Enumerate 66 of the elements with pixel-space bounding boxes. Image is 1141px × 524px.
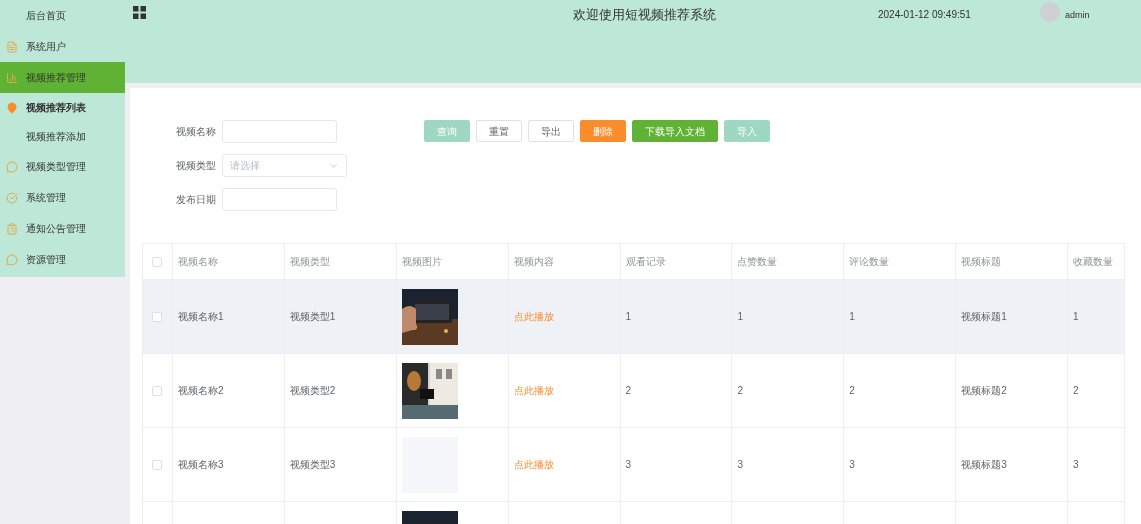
column-header: 评论数量 [849,255,890,269]
column-header: 视频内容 [513,255,554,269]
column-header: 视频图片 [401,255,442,269]
pin-icon [6,101,18,114]
table-cell-text: 视频名称3 [177,458,224,472]
table-cell-text: 1 [849,310,855,324]
checkbox[interactable] [152,311,163,322]
document-icon [6,222,18,235]
column-header: 观看记录 [625,255,666,269]
document-icon [6,40,18,53]
datetime: 2024-01-12 09:49:51 [878,8,971,22]
submenu-item[interactable]: 视频推荐列表 [0,93,125,122]
checkbox[interactable] [152,256,163,267]
toolbar-button[interactable]: 重置 [476,120,522,142]
toolbar-button[interactable]: 导出 [528,120,574,142]
table-cell-text: 视频类型2 [289,384,336,398]
table-row[interactable]: 视频名称1 视频类型1 点此播放 1 1 1 视频标题1 1 [143,280,1125,354]
chat-icon [6,160,18,173]
submenu-item[interactable]: 视频推荐添加 [0,122,125,151]
table-row[interactable]: 视频名称2 视频类型2 点此播放 2 2 2 视频标题2 2 [143,354,1125,428]
column-header: 视频名称 [177,255,218,269]
checkbox[interactable] [152,385,163,396]
field-label: 视频类型 [176,159,216,173]
table-cell-text: 3 [737,458,743,472]
sidebar-item[interactable]: 后台首页 [0,0,125,31]
table-cell-text: 视频类型1 [289,310,336,324]
table-cell-text: 视频标题2 [961,384,1007,398]
sidebar-item[interactable]: 资源管理 [0,244,125,275]
sidebar-item[interactable]: 系统管理 [0,182,125,213]
placeholder: 请选择 [230,159,260,173]
input-field[interactable] [222,120,337,143]
table-cell-text: 1 [625,310,632,324]
chat-icon [6,253,18,266]
table-cell-text: 3 [849,458,855,472]
column-header: 视频标题 [961,255,1002,269]
table-cell-text: 3 [625,458,632,472]
sidebar-item[interactable]: 通知公告管理 [0,213,125,244]
table-cell-text: 视频标题1 [961,310,1007,324]
grid-icon[interactable] [133,6,146,19]
table-cell-text: 2 [737,384,743,398]
table-cell-text: 3 [1073,458,1079,472]
table-row[interactable]: 视频名称3 视频类型3 点此播放 3 3 3 视频标题3 3 [143,428,1125,502]
sidebar-item[interactable]: 视频类型管理 [0,151,125,182]
column-header: 视频类型 [289,255,330,269]
column-header: 收藏数量 [1073,255,1114,269]
avatar[interactable] [1040,2,1060,22]
chart-icon [6,71,18,84]
table-cell-text: 视频标题3 [961,458,1007,472]
table-cell-text: 2 [849,384,855,398]
table-cell-text: 1 [1073,310,1079,324]
checkbox[interactable] [152,459,163,470]
field-label: 视频名称 [176,125,216,139]
check-circle-icon [6,191,18,204]
app-title: 欢迎使用短视频推荐系统 [573,6,716,24]
table-cell-text: 2 [1073,384,1079,398]
username[interactable]: admin [1065,9,1090,23]
table-cell-text: 1 [737,310,743,324]
sidebar-item[interactable]: 系统用户 [0,31,125,62]
table-cell-text: 视频类型3 [289,458,336,472]
field-label: 发布日期 [176,193,216,207]
table-cell-text: 2 [625,384,632,398]
input-field[interactable] [222,188,337,211]
sidebar-item[interactable]: 视频推荐管理 [0,62,125,93]
table-cell-text: 视频名称2 [177,384,224,398]
table-cell-text: 视频名称1 [177,310,224,324]
column-header: 点赞数量 [737,255,778,269]
